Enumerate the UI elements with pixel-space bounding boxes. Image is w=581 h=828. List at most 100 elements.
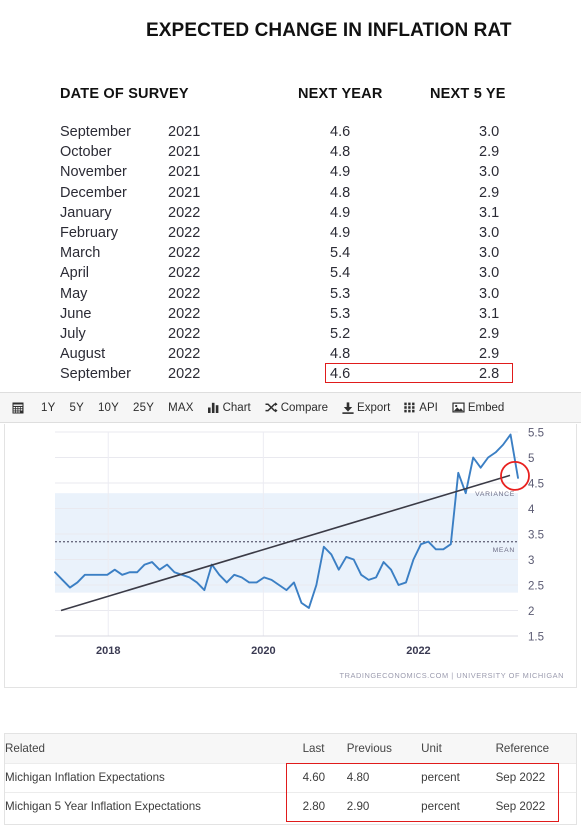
embed-button[interactable]: Embed [445, 402, 511, 414]
range-button-1y[interactable]: 1Y [34, 402, 62, 414]
x-axis-tick-label: 2018 [96, 645, 120, 657]
survey-cell-next-year: 4.8 [330, 346, 351, 363]
range-button-25y[interactable]: 25Y [126, 402, 161, 414]
y-axis-tick-label: 4 [528, 504, 535, 516]
survey-cell-next-5-years: 3.1 [479, 305, 500, 322]
survey-cell-next-5-years: 3.0 [479, 285, 500, 302]
survey-cell-next-year: 5.3 [330, 285, 351, 302]
bar-chart-icon [207, 402, 220, 413]
survey-table-row: April 2022 5.4 3.0 [0, 265, 581, 285]
survey-table-rows: September 2021 4.6 3.0 October 2021 4.8 2.9 Nove… [0, 124, 581, 386]
survey-cell-year: 2022 [168, 325, 201, 342]
survey-cell-year: 2021 [168, 124, 201, 140]
related-indicators-table: Related Last Previous Unit Reference Mic… [4, 733, 577, 825]
survey-cell-year: 2022 [168, 245, 201, 262]
y-axis-tick-label: 5 [528, 453, 534, 465]
table-row[interactable]: Michigan Inflation Expectations 4.60 4.80 p… [5, 763, 576, 792]
survey-table-row: September 2021 4.6 3.0 [0, 124, 581, 144]
survey-cell-next-year: 4.8 [330, 184, 351, 201]
related-column-header-related: Related [5, 734, 303, 763]
compare-button-label: Compare [280, 401, 329, 414]
y-axis-tick-label: 1.5 [528, 632, 544, 644]
range-label-25y: 25Y [133, 401, 155, 414]
range-label-5y: 5Y [69, 401, 84, 414]
related-header-row: Related Last Previous Unit Reference [5, 734, 576, 763]
survey-cell-next-5-years: 2.9 [479, 184, 500, 201]
survey-cell-next-5-years: 3.0 [479, 265, 500, 282]
survey-cell-month: February [60, 224, 119, 241]
chart-annotation-variance: VARIANCE [475, 491, 515, 498]
survey-cell-next-5-years: 2.9 [479, 144, 500, 161]
column-header-date: DATE OF SURVEY [60, 86, 189, 102]
related-cell-name: Michigan 5 Year Inflation Expectations [5, 800, 201, 814]
survey-table-row: July 2022 5.2 2.9 [0, 326, 581, 346]
survey-cell-year: 2021 [168, 164, 201, 181]
calendar-button[interactable] [10, 402, 34, 414]
related-column-header-last: Last [302, 734, 347, 763]
x-axis-tick-label: 2020 [251, 645, 275, 657]
survey-cell-month: June [60, 305, 92, 322]
survey-cell-month: July [60, 325, 86, 342]
column-header-next-5-years: NEXT 5 YE [430, 86, 506, 102]
export-button[interactable]: Export [335, 402, 397, 414]
chart-button-label: Chart [222, 401, 251, 414]
survey-table-row: December 2021 4.8 2.9 [0, 185, 581, 205]
survey-table-row: August 2022 4.8 2.9 [0, 346, 581, 366]
survey-cell-next-5-years: 2.8 [479, 366, 500, 383]
survey-cell-year: 2022 [168, 204, 201, 221]
x-axis-tick-label: 2022 [406, 645, 430, 657]
survey-cell-next-year: 4.6 [330, 366, 351, 383]
y-axis-tick-label: 2.5 [528, 581, 544, 593]
related-cell-unit: percent [421, 800, 460, 814]
chart-annotation-mean: MEAN [493, 547, 515, 554]
column-header-next-year: NEXT YEAR [298, 86, 383, 102]
survey-cell-year: 2022 [168, 366, 201, 383]
chart-toolbar: 1Y 5Y 10Y 25Y MAX Chart Compare Export A… [0, 392, 581, 423]
range-label-max: MAX [168, 401, 194, 414]
survey-table-row: June 2022 5.3 3.1 [0, 306, 581, 326]
compare-button[interactable]: Compare [258, 402, 335, 414]
chart-button[interactable]: Chart [201, 402, 258, 414]
survey-cell-year: 2022 [168, 346, 201, 363]
api-button[interactable]: API [397, 402, 445, 414]
related-column-header-previous: Previous [346, 734, 422, 763]
range-button-10y[interactable]: 10Y [91, 402, 126, 414]
survey-cell-month: December [60, 184, 127, 201]
survey-table-row: February 2022 4.9 3.0 [0, 225, 581, 245]
inflation-expectations-chart[interactable]: 1.5 2 2.5 3 3.5 4 4.5 5 5.5 2018 2020 2022 VARIANCE M… [5, 424, 576, 686]
related-cell-unit: percent [421, 771, 460, 784]
related-cell-last: 4.60 [302, 771, 326, 784]
survey-cell-year: 2021 [168, 144, 201, 161]
survey-cell-month: August [60, 346, 106, 363]
chart-panel[interactable]: 1.5 2 2.5 3 3.5 4 4.5 5 5.5 2018 2020 2022 VARIANCE M… [4, 424, 577, 688]
survey-table-row: November 2021 4.9 3.0 [0, 164, 581, 184]
survey-cell-next-5-years: 3.0 [479, 224, 500, 241]
survey-cell-next-5-years: 3.1 [479, 204, 500, 221]
page-root: EXPECTED CHANGE IN INFLATION RAT DATE OF… [0, 0, 581, 828]
y-axis-tick-label: 3 [528, 555, 534, 567]
survey-table-row: January 2022 4.9 3.1 [0, 205, 581, 225]
table-row[interactable]: Michigan 5 Year Inflation Expectations 2.… [5, 792, 576, 821]
y-axis-tick-label: 5.5 [528, 428, 544, 440]
api-button-label: API [419, 401, 438, 414]
survey-cell-next-year: 4.9 [330, 204, 351, 221]
embed-button-label: Embed [467, 401, 505, 414]
survey-cell-next-year: 5.2 [330, 325, 351, 342]
survey-table-header: DATE OF SURVEY NEXT YEAR NEXT 5 YE [0, 86, 581, 108]
survey-cell-year: 2022 [168, 265, 201, 282]
survey-cell-next-year: 4.9 [330, 224, 351, 241]
survey-cell-next-5-years: 2.9 [479, 346, 500, 363]
survey-cell-next-5-years: 3.0 [479, 245, 500, 262]
survey-table-row: October 2021 4.8 2.9 [0, 144, 581, 164]
chart-credit: TRADINGECONOMICS.COM | UNIVERSITY OF MIC… [339, 671, 564, 680]
range-label-10y: 10Y [97, 401, 119, 414]
range-button-max[interactable]: MAX [161, 402, 201, 414]
grid-icon [404, 402, 416, 413]
survey-table-block: EXPECTED CHANGE IN INFLATION RAT DATE OF… [0, 0, 581, 390]
y-axis-tick-label: 3.5 [528, 530, 544, 542]
survey-cell-next-year: 5.4 [330, 265, 351, 282]
related-cell-last: 2.80 [302, 800, 326, 814]
range-button-5y[interactable]: 5Y [62, 402, 90, 414]
related-column-header-reference: Reference [495, 734, 576, 763]
survey-cell-year: 2022 [168, 224, 201, 241]
